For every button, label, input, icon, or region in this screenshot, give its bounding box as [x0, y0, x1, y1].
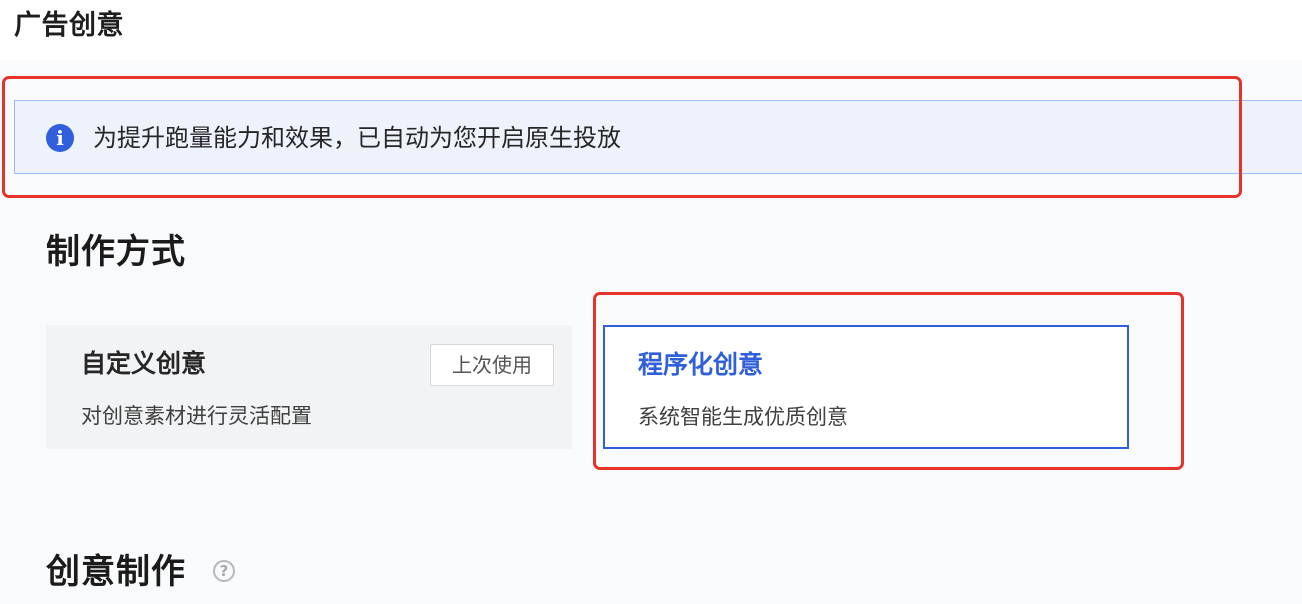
creative-production-heading: 创意制作 — [46, 552, 186, 592]
custom-creative-description: 对创意素材进行灵活配置 — [81, 404, 312, 428]
programmatic-creative-description: 系统智能生成优质创意 — [638, 405, 848, 429]
page-header: 广告创意 — [0, 0, 1302, 60]
last-used-badge: 上次使用 — [430, 344, 554, 386]
programmatic-creative-title: 程序化创意 — [638, 350, 764, 379]
page-title: 广告创意 — [14, 10, 124, 41]
programmatic-creative-option[interactable]: 程序化创意 系统智能生成优质创意 — [603, 325, 1129, 449]
question-circle-icon[interactable]: ? — [213, 560, 235, 582]
notice-text: 为提升跑量能力和效果，已自动为您开启原生投放 — [93, 124, 621, 152]
native-delivery-notice: i 为提升跑量能力和效果，已自动为您开启原生投放 — [14, 100, 1302, 174]
custom-creative-title: 自定义创意 — [81, 349, 207, 378]
info-icon: i — [46, 124, 74, 152]
ad-creative-page: 广告创意 i 为提升跑量能力和效果，已自动为您开启原生投放 制作方式 自定义创意… — [0, 0, 1302, 604]
custom-creative-option[interactable]: 自定义创意 对创意素材进行灵活配置 上次使用 — [46, 325, 572, 449]
production-method-heading: 制作方式 — [46, 232, 186, 272]
